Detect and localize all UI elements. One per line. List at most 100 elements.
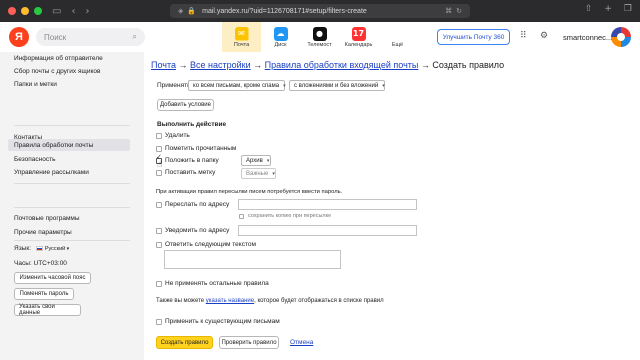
check-rule-button[interactable]: Проверить правило [219,336,279,349]
apps-grid-icon[interactable]: ⠿ [520,31,527,41]
apply-scope-select[interactable]: ко всем письмам, кроме спама ▾ [188,80,286,91]
mark-read-checkbox[interactable] [156,146,162,152]
reply-text-area[interactable] [164,250,341,269]
cancel-link[interactable]: Отмена [290,339,313,346]
label-value: Важные [246,170,269,177]
reply-checkbox[interactable] [156,242,162,248]
apply-scope-value: ко всем письмам, кроме спама [193,82,280,89]
add-condition-button[interactable]: Добавить условие [157,99,214,111]
mark-read-label: Пометить прочитанным [165,145,237,152]
create-rule-button[interactable]: Создать правило [156,336,213,349]
move-to-folder-label: Положить в папку [165,157,219,164]
chevron-down-icon: ▾ [283,82,286,89]
maximize-window-button[interactable] [34,7,42,15]
app-header: Я Поиск ⌕ ✉ Почта ☁ Диск ● Телемост 17 К… [0,22,640,52]
more-icon: ⠿ [394,29,401,38]
breadcrumb-arrow: → [178,60,188,70]
sidebar-item-contacts[interactable]: Контакты [14,134,42,141]
service-label: Телемост [307,41,332,48]
upgrade-button[interactable]: Улучшить Почту 360 [437,29,510,45]
specify-data-button[interactable]: Указать свои данные [14,304,81,316]
sidebar-toggle-icon[interactable]: ▭ [52,6,61,17]
reply-label: Ответить следующим текстом [165,241,256,248]
service-telemost[interactable]: ● Телемост [300,22,339,52]
tab-overview-icon[interactable]: ❐ [624,4,632,14]
forward-label: Переслать по адресу [165,201,230,208]
shield-icon: ◈ [178,7,184,15]
notify-address-input[interactable] [238,225,417,236]
sidebar-item-rules[interactable]: Правила обработки почты [14,142,93,149]
apply-existing-checkbox[interactable] [156,319,162,325]
service-more[interactable]: ⠿ Ещё [378,22,417,52]
no-other-rules-checkbox[interactable] [156,281,162,287]
folder-select[interactable]: Архив ▾ [241,155,271,166]
keep-copy-label: сохранить копию при пересылке [248,213,332,219]
forward-address-input[interactable] [238,199,417,210]
specify-name-link[interactable]: указать название [206,298,254,304]
forward-arrow-icon[interactable]: › [85,6,89,17]
breadcrumb-mail[interactable]: Почта [151,60,176,70]
yandex-logo[interactable]: Я [9,27,29,47]
apply-existing-label: Применить к существующим письмам [165,318,280,325]
notify-checkbox[interactable] [156,228,162,234]
new-tab-icon[interactable]: + [604,4,612,14]
minimize-window-button[interactable] [21,7,29,15]
avatar[interactable] [611,27,631,47]
folder-value: Архив [246,157,263,164]
rule-name-hint-text: Также вы можете [156,298,205,304]
chevron-down-icon: ▾ [382,82,385,89]
gear-icon[interactable]: ⚙ [540,31,548,41]
page-title: Создать правило [432,60,505,70]
chevron-down-icon: ▾ [65,246,70,252]
delete-checkbox[interactable] [156,133,162,139]
rule-name-hint-text: , которое будет отображаться в списке пр… [254,298,384,304]
browser-toolbar: ▭ ‹ › ◈ 🔒 mail.yandex.ru/?uid=1126708171… [0,0,640,22]
timezone-value: UTC+03:00 [33,260,67,267]
back-arrow-icon[interactable]: ‹ [71,6,75,17]
url-text: mail.yandex.ru/?uid=1126708171#setup/fil… [202,7,367,15]
search-placeholder: Поиск [44,32,67,42]
change-timezone-button[interactable]: Изменить часовой пояс [14,272,91,284]
address-bar[interactable]: ◈ 🔒 mail.yandex.ru/?uid=1126708171#setup… [170,4,470,18]
service-label: Почта [233,41,250,48]
sidebar-item-security[interactable]: Безопасность [14,156,55,163]
rule-name-hint: Также вы можете указать название, которо… [156,298,384,304]
disk-icon: ☁ [273,26,288,41]
service-calendar[interactable]: 17 Календарь [339,22,378,52]
translate-icon[interactable]: ⌘ [445,7,452,15]
service-label: Календарь [344,41,373,48]
breadcrumb-arrow: → [420,60,430,70]
change-password-button[interactable]: Поменять пароль [14,288,74,300]
sidebar-item-collect-mail[interactable]: Сбор почты с других ящиков [14,68,100,75]
settings-sidebar: Информация об отправителе Сбор почты с д… [0,52,144,360]
attachments-select[interactable]: с вложениями и без вложений ▾ [289,80,385,91]
reload-icon[interactable]: ↻ [456,7,462,15]
breadcrumb-all-settings[interactable]: Все настройки [190,60,251,70]
sidebar-item-other[interactable]: Прочие параметры [14,229,72,236]
set-label-checkbox[interactable] [156,170,162,176]
window-controls [8,7,42,15]
keep-copy-checkbox[interactable] [239,214,244,219]
sidebar-divider [14,240,130,241]
label-select[interactable]: Важные ▾ [241,168,276,179]
action-section-title: Выполнить действие [157,121,227,128]
sidebar-item-folders[interactable]: Папки и метки [14,81,57,88]
chevron-down-icon: ▾ [272,170,275,177]
breadcrumb-rules[interactable]: Правила обработки входящей почты [265,60,419,70]
sidebar-item-sender-info[interactable]: Информация об отправителе [14,55,103,62]
forward-checkbox[interactable] [156,202,162,208]
username[interactable]: smartconnec... [563,33,612,42]
service-disk[interactable]: ☁ Диск [261,22,300,52]
sidebar-item-subscriptions[interactable]: Управление рассылками [14,169,89,176]
language-row: Язык: Русский ▾ [14,245,69,252]
language-select[interactable]: Русский [45,246,65,252]
lock-icon: 🔒 [187,7,197,15]
close-window-button[interactable] [8,7,16,15]
search-icon[interactable]: ⌕ [133,32,137,42]
services-bar: ✉ Почта ☁ Диск ● Телемост 17 Календарь ⠿… [222,22,417,52]
search-input[interactable]: Поиск ⌕ [36,28,145,46]
share-icon[interactable]: ⇧ [585,4,593,14]
sidebar-item-mail-programs[interactable]: Почтовые программы [14,215,80,222]
calendar-icon: 17 [351,26,366,41]
service-mail[interactable]: ✉ Почта [222,22,261,52]
